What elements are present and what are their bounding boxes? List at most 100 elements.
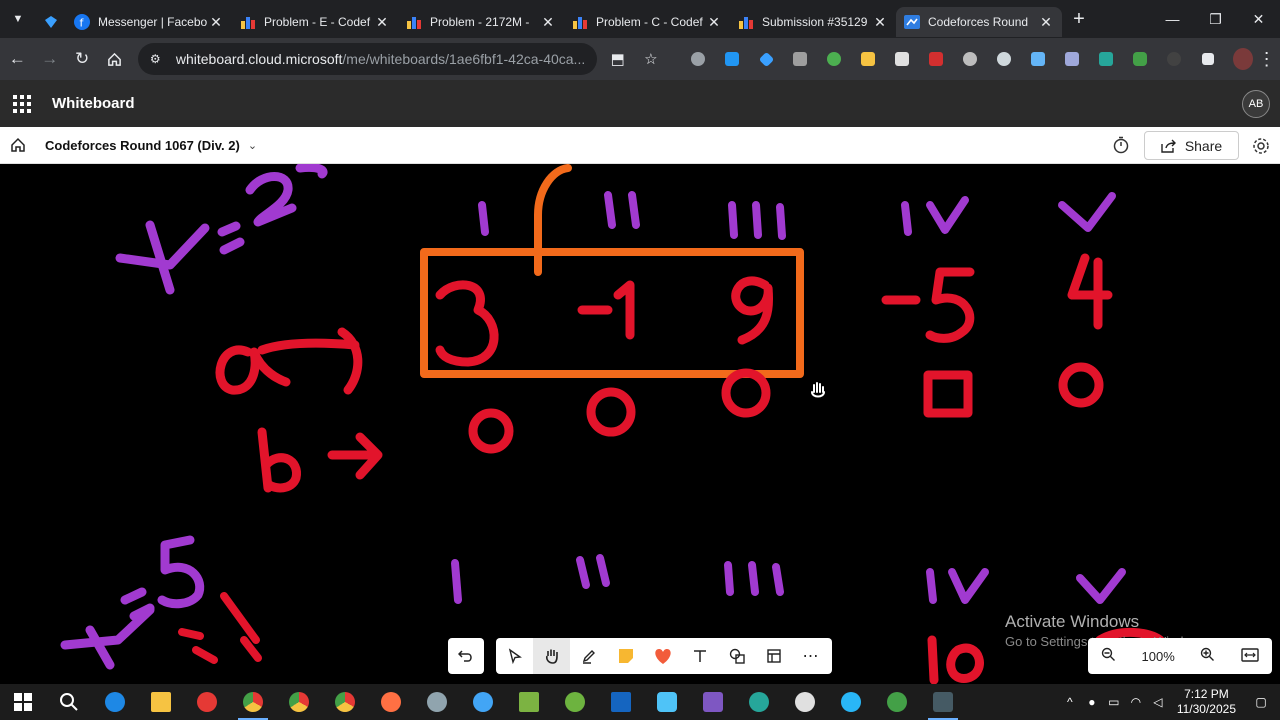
timer-icon[interactable] [1112,136,1130,154]
extension-icon[interactable] [715,45,749,73]
reload-button[interactable]: ↻ [67,42,97,76]
extension-icon[interactable] [851,45,885,73]
extension-icon[interactable] [1089,45,1123,73]
app-icon[interactable] [414,684,460,720]
address-bar[interactable]: ⚙ whiteboard.cloud.microsoft/me/whiteboa… [137,43,598,75]
extension-icon[interactable] [1157,45,1191,73]
webstorm-icon[interactable] [598,684,644,720]
close-icon[interactable]: ✕ [706,14,722,31]
hand-icon [545,649,558,664]
chrome-icon[interactable] [230,684,276,720]
screen: ▼ f Messenger | Facebo ✕ Problem - E - C… [0,0,1280,720]
tab-pinned[interactable] [36,7,66,37]
close-window-button[interactable]: ✕ [1237,0,1280,38]
templates-tool[interactable] [755,638,792,674]
search-button[interactable] [46,684,92,720]
tab-submission[interactable]: Submission #35129 ✕ [730,7,896,37]
app-icon[interactable] [644,684,690,720]
reactions-tool[interactable] [644,638,681,674]
pan-tool[interactable] [533,638,570,674]
clock[interactable]: 7:12 PM 11/30/2025 [1177,687,1236,717]
back-button[interactable]: ← [2,42,32,76]
ink-k-equals-2 [115,164,328,295]
chevron-down-icon[interactable]: ⌄ [248,139,257,152]
whatsapp-icon[interactable] [874,684,920,720]
more-tools-button[interactable]: ⋯ [792,638,829,674]
fit-to-screen-button[interactable] [1241,647,1259,665]
extension-icon[interactable] [953,45,987,73]
extension-icon[interactable] [1123,45,1157,73]
restore-button[interactable]: ❐ [1194,0,1237,38]
puzzle-icon[interactable] [1191,45,1225,73]
app-icon[interactable] [782,684,828,720]
home-icon[interactable] [0,137,36,153]
extension-icon[interactable] [1055,45,1089,73]
file-explorer-icon[interactable] [138,684,184,720]
text-tool[interactable] [681,638,718,674]
close-icon[interactable]: ✕ [1038,14,1054,31]
chrome-profile-icon[interactable] [276,684,322,720]
sticky-note-tool[interactable] [607,638,644,674]
bookmark-star-icon[interactable]: ☆ [638,50,663,68]
tab-search-button[interactable]: ▼ [0,0,36,38]
chevron-up-icon[interactable]: ^ [1059,695,1081,709]
extension-icon[interactable] [987,45,1021,73]
minimize-button[interactable]: — [1151,0,1194,38]
extension-icon[interactable] [817,45,851,73]
microphone-icon[interactable]: ● [1081,695,1103,709]
visual-studio-icon[interactable] [690,684,736,720]
sticky-note-icon [618,649,633,663]
extension-icon[interactable] [1021,45,1055,73]
battery-icon[interactable]: ▭ [1103,695,1125,709]
extension-icon[interactable] [783,45,817,73]
wifi-icon[interactable]: ◠ [1125,695,1147,709]
zoom-out-button[interactable] [1101,647,1116,665]
tab-messenger[interactable]: f Messenger | Facebo ✕ [66,7,232,37]
user-avatar[interactable]: AB [1242,90,1270,118]
undo-button[interactable] [448,638,484,674]
extension-icon[interactable] [885,45,919,73]
profile-avatar[interactable] [1233,48,1254,70]
app-icon[interactable] [460,684,506,720]
home-button[interactable] [99,42,129,76]
tab-problem-c[interactable]: Problem - C - Codef ✕ [564,7,730,37]
select-tool[interactable] [496,638,533,674]
edge-icon[interactable] [92,684,138,720]
gear-icon[interactable] [1251,136,1271,156]
pen-tool[interactable] [570,638,607,674]
close-icon[interactable]: ✕ [872,14,888,31]
notepad-icon[interactable] [506,684,552,720]
notifications-icon[interactable]: ▢ [1250,695,1272,709]
url-path: /me/whiteboards/1ae6fbf1-42ca-40ca... [342,51,586,67]
volume-icon[interactable]: ◁ [1147,695,1169,709]
app-icon[interactable] [920,684,966,720]
start-button[interactable] [0,684,46,720]
shapes-tool[interactable] [718,638,755,674]
telegram-icon[interactable] [828,684,874,720]
opera-icon[interactable] [184,684,230,720]
extension-icon[interactable] [681,45,715,73]
whiteboard-icon [904,14,920,30]
browser-menu-button[interactable]: ⋮ [1253,49,1280,70]
close-icon[interactable]: ✕ [540,14,556,31]
tab-problem-e[interactable]: Problem - E - Codef ✕ [232,7,398,37]
forward-button[interactable]: → [34,42,64,76]
new-tab-button[interactable]: + [1062,8,1096,31]
extension-icon[interactable] [919,45,953,73]
site-info-icon[interactable]: ⚙ [150,52,168,66]
spring-icon[interactable] [552,684,598,720]
share-button[interactable]: Share [1144,131,1239,160]
whiteboard-canvas[interactable] [0,164,1280,684]
board-title[interactable]: Codeforces Round 1067 (Div. 2) [45,138,240,153]
tab-problem-2172m[interactable]: Problem - 2172M - ✕ [398,7,564,37]
close-icon[interactable]: ✕ [208,14,224,31]
chrome-profile-icon[interactable] [322,684,368,720]
firefox-icon[interactable] [368,684,414,720]
app-launcher-icon[interactable] [0,80,44,127]
install-app-icon[interactable]: ⬒ [605,50,630,68]
zoom-in-button[interactable] [1200,647,1215,665]
app-icon[interactable] [736,684,782,720]
extension-icon[interactable] [749,45,783,73]
tab-codeforces-round[interactable]: Codeforces Round ✕ [896,7,1062,37]
close-icon[interactable]: ✕ [374,14,390,31]
